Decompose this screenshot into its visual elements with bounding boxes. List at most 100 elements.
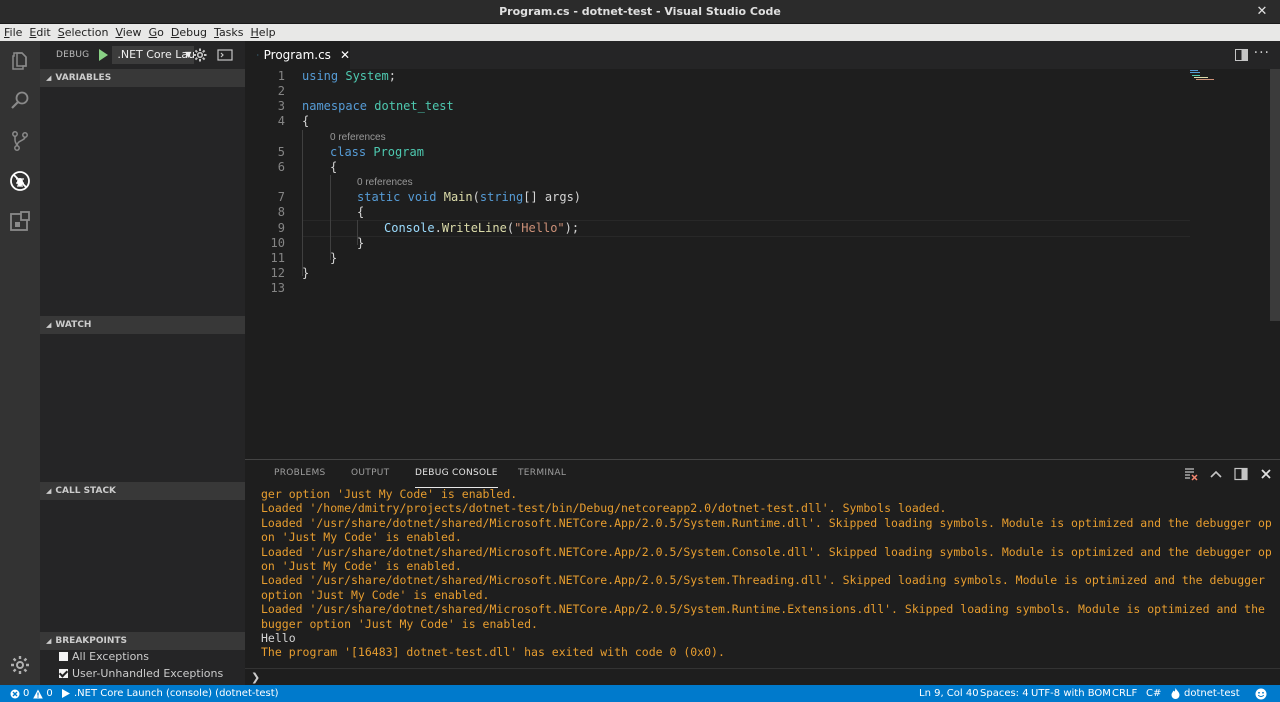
variables-section-title: VARIABLES (55, 73, 112, 83)
variables-section-header[interactable]: ◢ VARIABLES (40, 69, 245, 87)
tab-problems[interactable]: PROBLEMS (274, 460, 326, 488)
debug-launch-label: .NET Core Launch (console) (dotnet-test) (74, 688, 279, 699)
explorer-icon[interactable] (0, 41, 40, 81)
menu-item[interactable]: File (4, 26, 22, 39)
code-line: using System; (302, 69, 396, 83)
title-bar: Program.cs - dotnet-test - Visual Studio… (0, 0, 1280, 24)
line-number: 8 (277, 205, 285, 219)
codelens-references[interactable]: 0 references (357, 177, 413, 188)
menu-item-label: dit (36, 26, 51, 39)
status-bar: 0 0 .NET Core Launch (console) (dotnet-t… (0, 685, 1280, 702)
debug-console-output[interactable]: ger option 'Just My Code' is enabled. Loa… (261, 487, 1271, 659)
breakpoint-all-exceptions[interactable]: All Exceptions (59, 648, 149, 665)
console-line: Loaded '/usr/share/dotnet/shared/Microso… (261, 573, 1271, 588)
debug-toolbar: DEBUG .NET Core Lau ▼ (40, 41, 245, 69)
manage-gear-icon[interactable] (0, 645, 40, 685)
codelens-references[interactable]: 0 references (330, 132, 386, 143)
open-launch-json-gear-icon[interactable] (192, 47, 208, 63)
chevron-up-icon[interactable] (1209, 467, 1223, 481)
line-number: 3 (277, 99, 285, 113)
breakpoint-label: All Exceptions (72, 650, 149, 663)
code-line: namespace dotnet_test (302, 99, 454, 113)
indent-guide (302, 130, 303, 276)
project-label: dotnet-test (1184, 688, 1240, 699)
console-line: on 'Just My Code' is enabled. (261, 530, 462, 545)
code-line: class Program (330, 145, 424, 159)
call-stack-section-header[interactable]: ◢ CALL STACK (40, 482, 245, 500)
debug-launch-status[interactable]: .NET Core Launch (console) (dotnet-test) (62, 685, 279, 702)
console-line: The program '[16483] dotnet-test.dll' ha… (261, 645, 725, 659)
chevron-down-icon: ▼ (185, 50, 192, 59)
menu-item-label: ebug (179, 26, 208, 39)
line-number: 10 (270, 236, 285, 250)
menu-item[interactable]: View (115, 26, 141, 39)
more-actions-icon[interactable]: ··· (1254, 45, 1270, 61)
warning-icon (33, 689, 44, 698)
tab-program-cs[interactable]: Program.cs ✕ (245, 41, 350, 69)
error-icon (10, 689, 20, 698)
line-number: 12 (270, 266, 285, 280)
debug-icon[interactable] (0, 161, 40, 201)
language-mode-status[interactable]: C# (1146, 685, 1161, 702)
tab-output[interactable]: OUTPUT (351, 460, 389, 488)
call-stack-section-title: CALL STACK (55, 486, 117, 496)
expanded-triangle-icon: ◢ (46, 321, 52, 329)
editor-tab-bar: Program.cs ✕ ··· (245, 41, 1280, 69)
menu-item-label: asks (218, 26, 244, 39)
tab-debug-console[interactable]: DEBUG CONSOLE (415, 460, 498, 488)
breakpoint-user-unhandled-exceptions[interactable]: User-Unhandled Exceptions (59, 665, 223, 682)
menu-item[interactable]: Go (149, 26, 164, 39)
menu-item-mnemonic: S (57, 26, 65, 39)
menu-item[interactable]: Selection (58, 26, 109, 39)
code-line: } (302, 266, 310, 280)
minimap[interactable] (1190, 69, 1270, 89)
cursor-position[interactable]: Ln 9, Col 40 (919, 685, 979, 702)
line-number: 5 (277, 145, 285, 159)
editor-scrollbar[interactable] (1270, 69, 1280, 321)
source-control-icon[interactable] (0, 121, 40, 161)
close-icon[interactable]: ✕ (340, 48, 350, 62)
activity-bar (0, 41, 40, 685)
menu-item-label: ile (9, 26, 23, 39)
watch-section-header[interactable]: ◢ WATCH (40, 316, 245, 334)
menu-bar: File Edit Selection View Go Debug Tasks Help (0, 24, 1280, 41)
menu-item[interactable]: Edit (29, 26, 50, 39)
debug-console-input[interactable]: ❯ (245, 668, 1280, 685)
menu-item-label: o (157, 26, 164, 39)
start-debugging-icon[interactable] (98, 49, 109, 61)
problems-status[interactable]: 0 0 (10, 685, 53, 702)
indentation-status[interactable]: Spaces: 4 (980, 685, 1029, 702)
search-icon[interactable] (0, 81, 40, 121)
code-editor[interactable]: 1 2 3 4 5 6 7 8 9 10 11 12 13 using System; namespac… (245, 69, 1280, 459)
breakpoint-checkbox[interactable] (59, 669, 68, 678)
feedback-smiley-icon[interactable] (1255, 685, 1267, 702)
console-line: bugger option 'Just My Code' is enabled. (261, 616, 538, 631)
debug-configuration-select[interactable]: .NET Core Lau ▼ (112, 46, 195, 64)
debug-console-icon[interactable] (217, 48, 233, 62)
window-close-button[interactable]: ✕ (1254, 4, 1270, 20)
breakpoint-checkbox[interactable] (59, 652, 68, 661)
bottom-panel: PROBLEMS OUTPUT DEBUG CONSOLE TERMINAL g… (245, 459, 1280, 685)
clear-console-icon[interactable] (1184, 467, 1198, 481)
split-editor-icon[interactable] (1235, 49, 1248, 61)
csharp-file-icon (257, 54, 259, 56)
console-line: Hello (261, 631, 296, 646)
close-panel-icon[interactable] (1259, 467, 1273, 481)
project-status[interactable]: dotnet-test (1171, 685, 1240, 702)
breakpoint-label: User-Unhandled Exceptions (72, 667, 224, 680)
extensions-icon[interactable] (0, 201, 40, 241)
line-number: 7 (277, 190, 285, 204)
tab-terminal[interactable]: TERMINAL (518, 460, 566, 488)
prompt-chevron-icon: ❯ (251, 670, 261, 684)
eol-status[interactable]: CRLF (1112, 685, 1137, 702)
toggle-panel-position-icon[interactable] (1234, 467, 1248, 481)
line-number: 11 (270, 251, 285, 265)
tab-label: Program.cs (263, 48, 331, 62)
menu-item-mnemonic: V (115, 26, 123, 39)
menu-item[interactable]: Tasks (214, 26, 243, 39)
indent-guide (330, 175, 331, 260)
encoding-status[interactable]: UTF-8 with BOM (1031, 685, 1111, 702)
menu-item[interactable]: Help (251, 26, 276, 39)
menu-item[interactable]: Debug (171, 26, 207, 39)
line-number: 13 (270, 281, 285, 295)
